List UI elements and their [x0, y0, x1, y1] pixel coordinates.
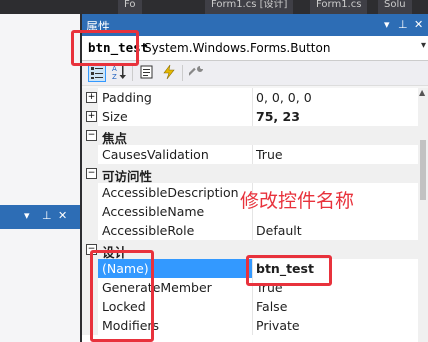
alphabetical-icon[interactable]: AZ [110, 64, 128, 82]
category-row-accessibility[interactable]: − 可访问性 [82, 164, 418, 184]
collapse-icon[interactable]: − [86, 168, 97, 179]
expand-icon[interactable]: + [86, 111, 97, 122]
pin-icon[interactable]: ⊥ [398, 18, 408, 31]
pin-icon[interactable]: ⊥ [42, 209, 52, 223]
expand-icon[interactable]: + [86, 92, 97, 103]
collapse-icon[interactable]: − [86, 130, 97, 141]
scrollbar-thumb[interactable] [420, 140, 426, 200]
property-value[interactable]: Default [256, 223, 302, 238]
property-row-accessiblerole[interactable]: AccessibleRole Default [82, 221, 418, 240]
toolbar-separator [132, 65, 133, 81]
left-panel-body [0, 229, 80, 342]
close-icon[interactable]: ✕ [414, 18, 423, 31]
tab-fo[interactable]: Fo [118, 0, 142, 14]
highlight-box-name-value [246, 255, 332, 286]
property-value[interactable]: 75, 23 [256, 109, 300, 124]
tab-solution[interactable]: Solu [378, 0, 412, 14]
scroll-up-icon[interactable]: ▲ [419, 88, 425, 97]
properties-icon[interactable] [138, 64, 156, 82]
property-row-causesvalidation[interactable]: CausesValidation True [82, 145, 418, 164]
property-row-size[interactable]: + Size 75, 23 [82, 107, 418, 126]
chevron-down-icon[interactable]: ▾ [384, 18, 390, 31]
highlight-box-name-property [90, 250, 154, 342]
vertical-scrollbar[interactable]: ▲ [418, 88, 428, 342]
property-name: Padding [102, 90, 152, 105]
toolbar-separator [182, 65, 183, 81]
property-value[interactable]: False [256, 299, 287, 314]
svg-text:A: A [112, 65, 117, 73]
tab-form1-cs[interactable]: Form1.cs [310, 0, 368, 14]
events-icon[interactable] [160, 64, 178, 82]
chevron-down-icon[interactable]: ▾ [421, 40, 426, 51]
tab-form1-designer[interactable]: Form1.cs [设计] [205, 0, 294, 14]
object-type: System.Windows.Forms.Button [144, 41, 331, 55]
property-name: CausesValidation [102, 147, 209, 162]
left-panel-header: ▾ ⊥ ✕ [0, 205, 80, 229]
property-row-padding[interactable]: + Padding 0, 0, 0, 0 [82, 88, 418, 107]
svg-text:Z: Z [112, 73, 117, 80]
annotation-text: 修改控件名称 [240, 190, 355, 212]
category-row-focus[interactable]: − 焦点 [82, 126, 418, 146]
close-icon[interactable]: ✕ [58, 209, 67, 223]
chevron-down-icon[interactable]: ▾ [24, 209, 30, 223]
highlight-box-object-name [71, 30, 139, 66]
property-name: AccessibleName [102, 204, 205, 219]
wrench-icon[interactable] [187, 64, 206, 82]
left-pane-top [0, 0, 80, 14]
property-value[interactable]: True [256, 147, 283, 162]
property-value[interactable]: 0, 0, 0, 0 [256, 90, 312, 105]
property-name: AccessibleDescription [102, 185, 239, 200]
categorized-icon[interactable] [88, 64, 106, 82]
property-name: AccessibleRole [102, 223, 195, 238]
property-name: Size [102, 109, 128, 124]
property-value[interactable]: Private [256, 318, 300, 333]
